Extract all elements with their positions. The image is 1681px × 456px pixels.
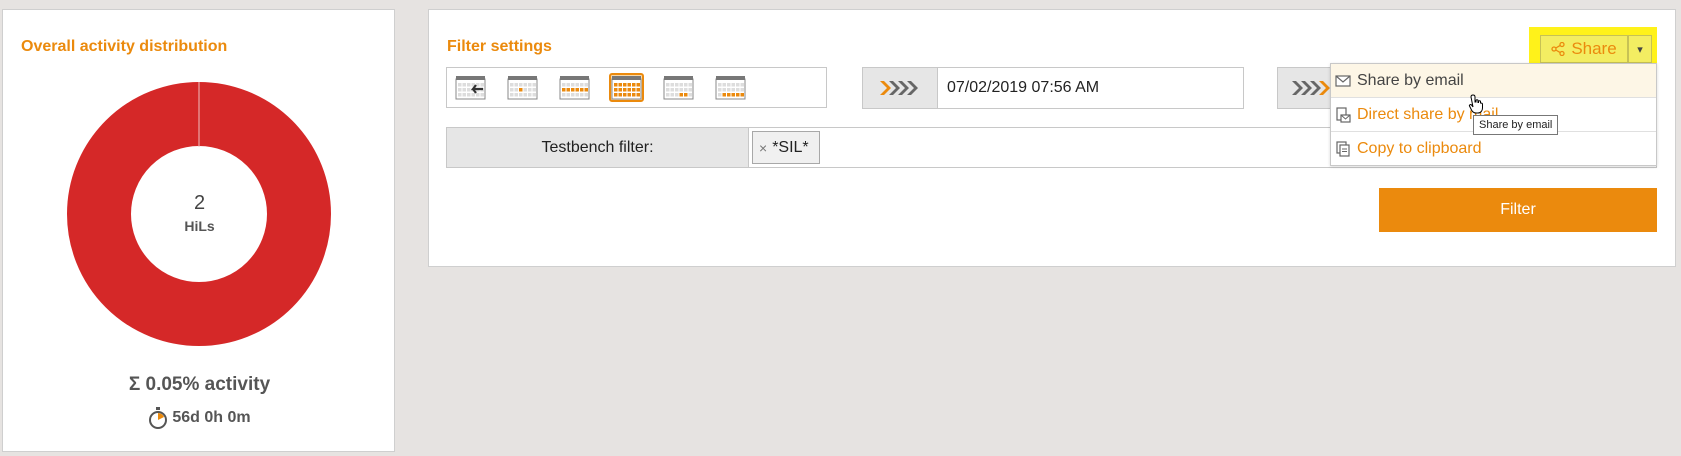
- tooltip: Share by email: [1473, 115, 1559, 135]
- start-date-field: [862, 67, 1244, 109]
- calendar-back-icon[interactable]: [453, 73, 488, 102]
- testbench-tag-label: *SIL*: [772, 138, 809, 156]
- filter-settings-panel: Filter settings Testbench filter: × *SIL…: [428, 9, 1676, 267]
- hand-cursor-icon: [1468, 94, 1483, 114]
- share-dropdown-toggle[interactable]: ▾: [1628, 35, 1652, 63]
- calendar-range-selector: [446, 67, 827, 108]
- panel-title: Overall activity distribution: [21, 38, 228, 55]
- hil-unit: HiLs: [184, 218, 215, 234]
- share-button[interactable]: Share: [1540, 35, 1628, 63]
- activity-total: Σ 0.05% activity: [128, 374, 271, 395]
- start-date-input[interactable]: [938, 68, 1243, 108]
- calendar-quarter-icon[interactable]: [661, 73, 696, 102]
- filter-button[interactable]: Filter: [1379, 188, 1657, 232]
- menu-item-copy-to-clipboard[interactable]: Copy to clipboard: [1331, 132, 1656, 166]
- calendar-day-icon[interactable]: [505, 73, 540, 102]
- hil-count: 2: [193, 192, 206, 214]
- panel-title: Filter settings: [447, 38, 552, 55]
- duration-value: 56d 0h 0m: [172, 409, 251, 426]
- menu-item-label: Copy to clipboard: [1357, 140, 1482, 157]
- envelope-icon: [1335, 74, 1351, 87]
- duration-row: 56d 0h 0m: [3, 407, 396, 429]
- share-icon: [1551, 42, 1565, 56]
- mail-document-icon: [1336, 106, 1351, 123]
- calendar-month-icon[interactable]: [609, 73, 644, 102]
- activity-distribution-panel: Overall activity distribution 2 HiLs Σ 0…: [2, 9, 395, 452]
- calendar-week-icon[interactable]: [557, 73, 592, 102]
- remove-tag-icon[interactable]: ×: [759, 140, 767, 156]
- menu-item-label: Share by email: [1357, 71, 1464, 89]
- stopwatch-icon: [149, 407, 168, 429]
- testbench-filter-label: Testbench filter:: [447, 128, 749, 167]
- menu-item-share-by-email[interactable]: Share by email: [1331, 64, 1656, 98]
- calendar-year-icon[interactable]: [713, 73, 748, 102]
- testbench-tag: × *SIL*: [752, 131, 820, 164]
- forward-arrows-icon[interactable]: [863, 68, 938, 108]
- clipboard-icon: [1336, 141, 1350, 157]
- share-label: Share: [1571, 39, 1617, 58]
